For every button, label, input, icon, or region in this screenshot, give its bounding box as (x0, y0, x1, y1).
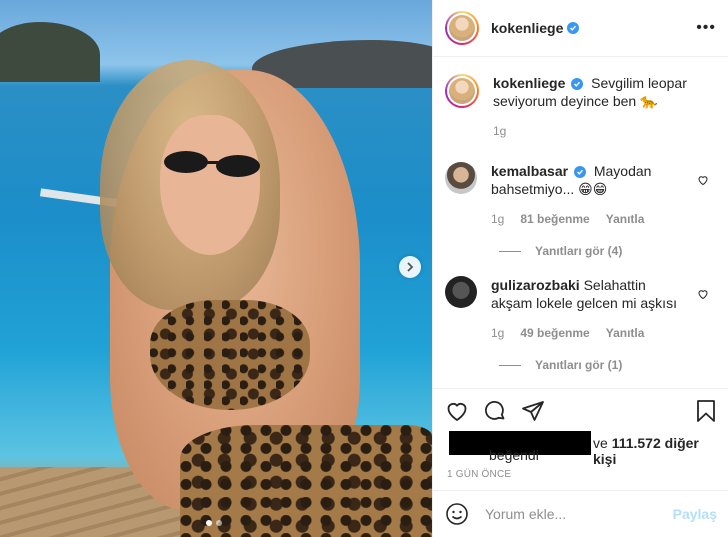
verified-icon (571, 78, 584, 90)
replies-divider (499, 364, 521, 366)
comment-item: gulizarozbaki Selahattin akşam lokele ge… (445, 276, 713, 342)
reply-button[interactable]: Yanıtla (606, 324, 645, 342)
verified-icon (567, 22, 580, 34)
carousel-dots (206, 520, 222, 526)
add-comment-bar: Paylaş (433, 490, 728, 537)
caption-age[interactable]: 1g (493, 122, 506, 140)
comment-username[interactable]: kemalbasar (491, 163, 568, 179)
comment-avatar[interactable] (445, 276, 477, 308)
username-text[interactable]: kokenliege (491, 20, 563, 36)
share-send-icon[interactable] (521, 399, 545, 423)
emoji-icon[interactable] (445, 502, 469, 526)
view-replies-label[interactable]: Yanıtları gör (4) (535, 244, 622, 258)
verified-icon (573, 166, 586, 178)
more-options-icon[interactable]: ••• (696, 19, 716, 37)
like-comment-heart-icon[interactable] (697, 288, 709, 300)
view-replies-button[interactable]: Yanıtları gör (1) (499, 358, 713, 372)
avatar-image (449, 15, 475, 41)
photo-face (160, 115, 260, 255)
liked-label: beğendi (489, 447, 539, 463)
comment-avatar[interactable] (445, 162, 477, 194)
comment-age[interactable]: 1g (491, 324, 504, 342)
post-timestamp[interactable]: 1 GÜN ÖNCE (447, 469, 717, 480)
comment-likes[interactable]: 49 beğenme (520, 324, 589, 342)
next-photo-button[interactable] (399, 256, 421, 278)
likes-count[interactable]: 111.572 diğer kişi (593, 435, 699, 467)
post-sidebar: kokenliege ••• kokenliege Sevgilim leopa… (432, 0, 728, 537)
chevron-right-icon (407, 262, 414, 272)
comment-item: kemalbasar Mayodan bahsetmiyo... 😁😁 1g 8… (445, 162, 713, 228)
photo-bikini (150, 300, 310, 410)
like-heart-icon[interactable] (445, 399, 469, 423)
comment-username[interactable]: gulizarozbaki (491, 277, 580, 293)
post-photo[interactable] (0, 0, 432, 537)
likes-summary: ve 111.572 diğer kişi beğendi (445, 431, 717, 467)
post-header: kokenliege ••• (433, 0, 728, 57)
caption: kokenliege Sevgilim leopar seviyorum dey… (445, 74, 713, 140)
caption-username[interactable]: kokenliege (493, 75, 565, 91)
view-replies-button[interactable]: Yanıtları gör (4) (499, 244, 713, 258)
carousel-dot (216, 520, 222, 526)
avatar-image (449, 78, 475, 104)
view-replies-label[interactable]: Yanıtları gör (1) (535, 358, 622, 372)
header-username[interactable]: kokenliege (491, 20, 580, 36)
like-comment-heart-icon[interactable] (697, 174, 709, 186)
comment-likes[interactable]: 81 beğenme (520, 210, 589, 228)
comment-age[interactable]: 1g (491, 210, 504, 228)
photo-sunglasses (164, 151, 260, 177)
caption-avatar[interactable] (445, 74, 479, 108)
post-actions: ve 111.572 diğer kişi beğendi 1 GÜN ÖNCE (433, 388, 728, 480)
likes-suffix: ve (593, 435, 608, 451)
carousel-dot (206, 520, 212, 526)
bookmark-icon[interactable] (695, 399, 717, 423)
likes-count-line[interactable]: ve 111.572 diğer kişi (593, 435, 717, 467)
comments-list[interactable]: kokenliege Sevgilim leopar seviyorum dey… (433, 58, 728, 388)
replies-divider (499, 250, 521, 252)
avatar[interactable] (445, 11, 479, 45)
comment-bubble-icon[interactable] (483, 399, 507, 423)
post-comment-button[interactable]: Paylaş (673, 506, 717, 522)
photo-hill-left (0, 22, 100, 82)
reply-button[interactable]: Yanıtla (606, 210, 645, 228)
comment-input[interactable] (485, 506, 673, 522)
